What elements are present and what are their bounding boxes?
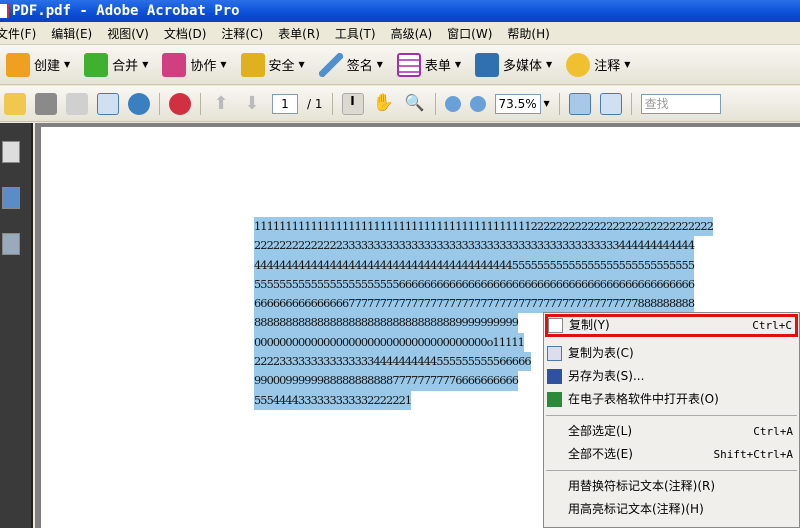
combine-button[interactable]: 合并 ▼ <box>84 52 149 77</box>
file-toolbar: ⬆ ⬇ 1 / 1 I ✋ 🔍 73.5% ▼ 查找 <box>0 86 800 122</box>
menu-divider <box>546 415 797 416</box>
find-input[interactable]: 查找 <box>640 93 721 114</box>
collaborate-icon <box>162 52 187 77</box>
comment-icon <box>566 52 591 77</box>
menu-advanced[interactable]: 高级(A) <box>391 25 433 42</box>
chevron-down-icon: ▼ <box>376 60 383 69</box>
text-line: 5554444333333333332222221 <box>254 390 412 410</box>
text-line: 4444444444444444444444444444444444444444… <box>254 255 695 275</box>
chevron-down-icon: ▼ <box>142 60 149 69</box>
create-icon <box>6 52 30 77</box>
create-button[interactable]: 创建 ▼ <box>6 52 71 77</box>
menu-document[interactable]: 文档(D) <box>164 25 207 42</box>
divider <box>200 92 201 115</box>
divider <box>434 92 436 115</box>
menu-item-copy-as-table[interactable]: 复制为表(C) <box>544 342 799 365</box>
text-line: 5555555555555555555555566666666666666666… <box>254 274 695 295</box>
email-icon[interactable] <box>97 92 119 115</box>
zoom-out-icon[interactable] <box>444 95 461 112</box>
previous-page-icon[interactable]: ⬆ <box>210 93 232 115</box>
menu-item-highlight-text-comment[interactable]: 用高亮标记文本(注释)(H) <box>544 498 799 521</box>
chevron-down-icon: ▼ <box>546 60 553 69</box>
menu-item-select-all[interactable]: 全部选定(L) Ctrl+A <box>544 420 799 443</box>
select-text-tool-icon[interactable]: I <box>341 92 364 115</box>
combine-icon <box>84 52 109 77</box>
navigation-panel <box>0 123 33 528</box>
text-line: 6666666666666667777777777777777777777777… <box>254 294 695 314</box>
chevron-down-icon: ▼ <box>624 60 631 69</box>
lock-icon <box>240 52 265 77</box>
menu-help[interactable]: 帮助(H) <box>507 25 549 42</box>
excel-icon <box>547 392 562 407</box>
pdf-file-icon <box>0 4 9 18</box>
bookmarks-icon[interactable] <box>2 187 20 209</box>
divider <box>159 92 160 115</box>
upload-web-icon[interactable] <box>128 92 150 115</box>
open-folder-icon[interactable] <box>4 92 26 115</box>
signatures-icon[interactable] <box>2 233 20 255</box>
menu-divider <box>546 470 797 471</box>
menu-item-copy[interactable]: 复制(Y) Ctrl+C <box>545 314 798 337</box>
menu-forms[interactable]: 表单(R) <box>278 25 320 42</box>
text-line: 9900099999988888888888777777777766666666… <box>254 371 519 391</box>
pages-icon[interactable] <box>2 141 20 163</box>
multimedia-icon <box>475 52 500 77</box>
zoom-in-icon[interactable] <box>469 95 486 112</box>
fit-width-icon[interactable] <box>568 92 591 115</box>
print-icon[interactable] <box>35 92 57 115</box>
save-icon <box>547 369 562 384</box>
save-icon[interactable] <box>66 92 88 115</box>
page-number-input[interactable]: 1 <box>272 93 298 114</box>
menu-comments[interactable]: 注释(C) <box>221 25 263 42</box>
chevron-down-icon: ▼ <box>64 60 71 69</box>
menu-item-open-in-spreadsheet[interactable]: 在电子表格软件中打开表(O) <box>544 388 799 411</box>
menu-bar: 文件(F) 编辑(E) 视图(V) 文档(D) 注释(C) 表单(R) 工具(T… <box>0 22 800 45</box>
comment-button[interactable]: 注释 ▼ <box>566 52 631 77</box>
divider <box>630 92 632 115</box>
menu-item-replace-text-comment[interactable]: 用替换符标记文本(注释)(R) <box>544 475 799 498</box>
menu-tools[interactable]: 工具(T) <box>335 25 376 42</box>
zoom-level-input[interactable]: 73.5% <box>494 93 541 114</box>
menu-file[interactable]: 文件(F) <box>0 25 36 42</box>
divider <box>558 92 560 115</box>
text-line: 2222333333333333333444444444455555555556… <box>254 352 532 372</box>
chevron-down-icon: ▼ <box>220 60 227 69</box>
forms-icon <box>396 52 421 77</box>
menu-edit[interactable]: 编辑(E) <box>51 25 92 42</box>
menu-item-deselect-all[interactable]: 全部不选(E) Shift+Ctrl+A <box>544 443 799 466</box>
next-page-icon[interactable]: ⬇ <box>241 93 263 115</box>
context-menu: 复制(Y) Ctrl+C 复制为表(C) 另存为表(S)... 在电子表格软件中打… <box>543 312 800 528</box>
security-remove-icon[interactable] <box>169 92 191 115</box>
text-line: 2222222222222233333333333333333333333333… <box>254 236 695 256</box>
copy-icon <box>548 318 563 333</box>
forms-button[interactable]: 表单 ▼ <box>396 52 462 77</box>
menu-view[interactable]: 视图(V) <box>107 25 149 42</box>
page-total: / 1 <box>307 96 323 111</box>
multimedia-button[interactable]: 多媒体 ▼ <box>475 52 553 77</box>
menu-window[interactable]: 窗口(W) <box>447 25 492 42</box>
copy-table-icon <box>547 346 562 361</box>
task-toolbar: 创建 ▼ 合并 ▼ 协作 ▼ 安全 ▼ 签名 ▼ 表单 ▼ 多媒体 ▼ 注释 ▼ <box>0 45 800 85</box>
collaborate-button[interactable]: 协作 ▼ <box>162 52 227 77</box>
chevron-down-icon: ▼ <box>298 60 305 69</box>
pen-icon <box>318 52 343 77</box>
fit-page-icon[interactable] <box>599 92 622 115</box>
zoom-dropdown-icon[interactable]: ▼ <box>544 99 550 108</box>
text-line: 0000000000000000000000000000000000000o11… <box>254 332 525 353</box>
sign-button[interactable]: 签名 ▼ <box>318 52 383 77</box>
divider <box>331 92 333 115</box>
marquee-zoom-icon[interactable]: 🔍 <box>404 93 426 115</box>
text-line: 8888888888888888888888888888888899999999… <box>254 313 519 333</box>
menu-item-save-as-table[interactable]: 另存为表(S)... <box>544 365 799 388</box>
text-line: 1111111111111111111111111111111111111111… <box>254 217 714 237</box>
secure-button[interactable]: 安全 ▼ <box>240 52 305 77</box>
hand-tool-icon[interactable]: ✋ <box>373 93 395 115</box>
title-bar: PDF.pdf - Adobe Acrobat Pro <box>0 0 800 22</box>
chevron-down-icon: ▼ <box>454 60 462 69</box>
window-title: PDF.pdf - Adobe Acrobat Pro <box>12 3 240 19</box>
